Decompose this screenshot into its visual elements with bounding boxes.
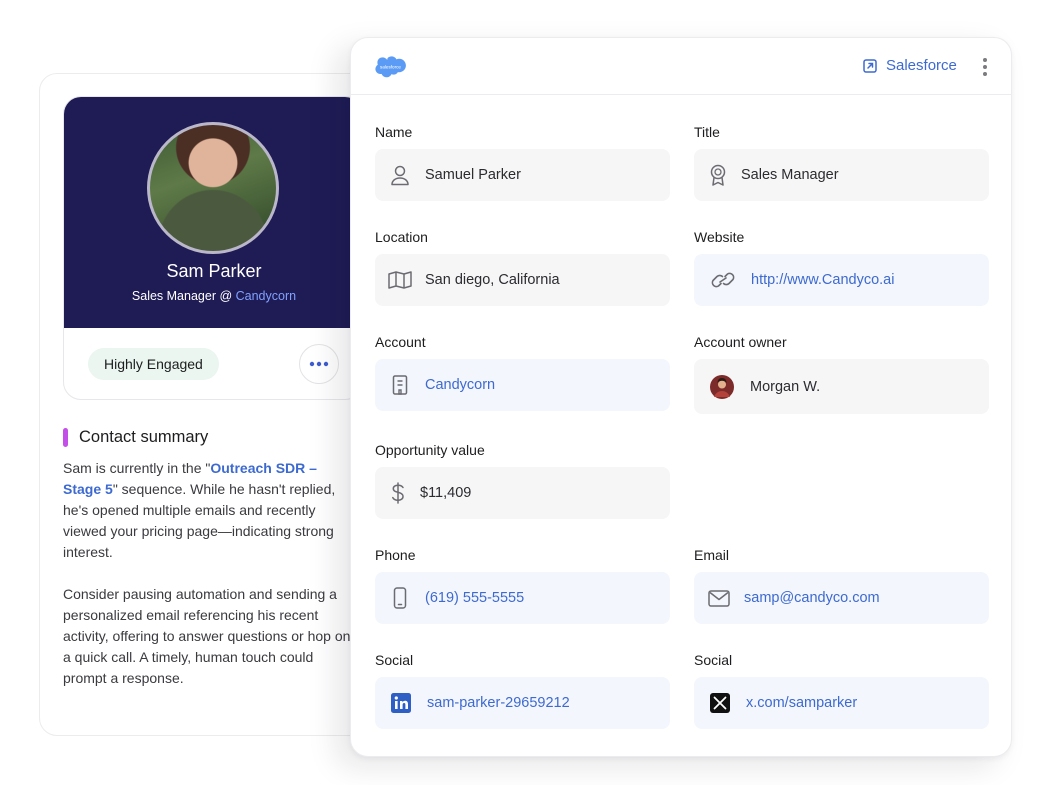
mail-icon	[708, 589, 730, 607]
social-x-value[interactable]: x.com/samparker	[746, 695, 857, 711]
account-label: Account	[375, 334, 426, 350]
external-link-icon	[863, 58, 877, 73]
email-field[interactable]: samp@candyco.com	[694, 572, 989, 624]
phone-field[interactable]: (619) 555-5555	[375, 572, 670, 624]
profile-subtitle: Sales Manager @ Candycorn	[64, 289, 362, 303]
account-owner-label: Account owner	[694, 334, 787, 350]
summary-text-start: Sam is currently in the "	[63, 460, 211, 476]
summary-paragraph-1: Sam is currently in the "Outreach SDR – …	[63, 458, 353, 563]
open-in-salesforce-link[interactable]: Salesforce	[863, 57, 957, 74]
kebab-menu-icon[interactable]	[980, 57, 990, 77]
phone-icon	[393, 587, 407, 609]
salesforce-logo: salesforce	[375, 56, 406, 78]
social-x-field[interactable]: x.com/samparker	[694, 677, 989, 729]
social-linkedin-value[interactable]: sam-parker-29659212	[427, 695, 570, 711]
profile-name: Sam Parker	[166, 261, 262, 281]
dollar-icon	[391, 482, 404, 504]
salesforce-link-label: Salesforce	[886, 57, 957, 74]
badge-icon	[710, 164, 725, 186]
account-field[interactable]: Candycorn	[375, 359, 670, 411]
summary-accent-bar	[63, 428, 68, 447]
title-value: Sales Manager	[741, 167, 839, 183]
profile-role: Sales Manager @	[131, 289, 236, 303]
website-label: Website	[694, 229, 745, 245]
engagement-badge: Highly Engaged	[88, 348, 219, 380]
social-x-label: Social	[694, 652, 733, 668]
location-field[interactable]: San diego, California	[375, 254, 670, 306]
title-field[interactable]: Sales Manager	[694, 149, 989, 201]
owner-avatar	[710, 374, 734, 399]
email-label: Email	[694, 547, 730, 563]
location-label: Location	[375, 229, 428, 245]
opportunity-label: Opportunity value	[375, 442, 485, 458]
social-linkedin-field[interactable]: sam-parker-29659212	[375, 677, 670, 729]
ellipsis-icon	[309, 361, 329, 367]
name-field[interactable]: Samuel Parker	[375, 149, 670, 201]
website-value[interactable]: http://www.Candyco.ai	[751, 272, 894, 288]
website-field[interactable]: http://www.Candyco.ai	[694, 254, 989, 306]
more-options-button[interactable]	[299, 344, 339, 384]
phone-label: Phone	[375, 547, 416, 563]
opportunity-field[interactable]: $11,409	[375, 467, 670, 519]
person-icon	[391, 165, 409, 186]
salesforce-logo-text: salesforce	[380, 65, 401, 70]
avatar	[147, 122, 279, 254]
panel-header: salesforce Salesforce	[351, 38, 1011, 95]
building-icon	[392, 375, 408, 395]
map-icon	[388, 271, 412, 289]
profile-company-link[interactable]: Candycorn	[236, 289, 296, 303]
summary-title: Contact summary	[79, 428, 209, 446]
account-value[interactable]: Candycorn	[425, 377, 495, 393]
summary-paragraph-2: Consider pausing automation and sending …	[63, 586, 351, 686]
name-label: Name	[375, 124, 413, 140]
profile-box: Sam Parker Sales Manager @ Candycorn Hig…	[63, 96, 363, 400]
phone-value[interactable]: (619) 555-5555	[425, 590, 524, 606]
social-linkedin-label: Social	[375, 652, 414, 668]
x-icon	[710, 693, 730, 713]
account-owner-field[interactable]: Morgan W.	[694, 359, 989, 414]
name-value: Samuel Parker	[425, 167, 521, 183]
linkedin-icon	[391, 693, 411, 713]
opportunity-value: $11,409	[420, 485, 472, 501]
location-value: San diego, California	[425, 272, 560, 288]
account-owner-value: Morgan W.	[750, 378, 821, 395]
title-label: Title	[694, 124, 720, 140]
profile-hero: Sam Parker Sales Manager @ Candycorn	[64, 97, 362, 328]
salesforce-panel: salesforce Salesforce Name Samuel Parker…	[350, 37, 1012, 757]
email-value[interactable]: samp@candyco.com	[744, 590, 880, 606]
link-icon	[711, 272, 734, 288]
